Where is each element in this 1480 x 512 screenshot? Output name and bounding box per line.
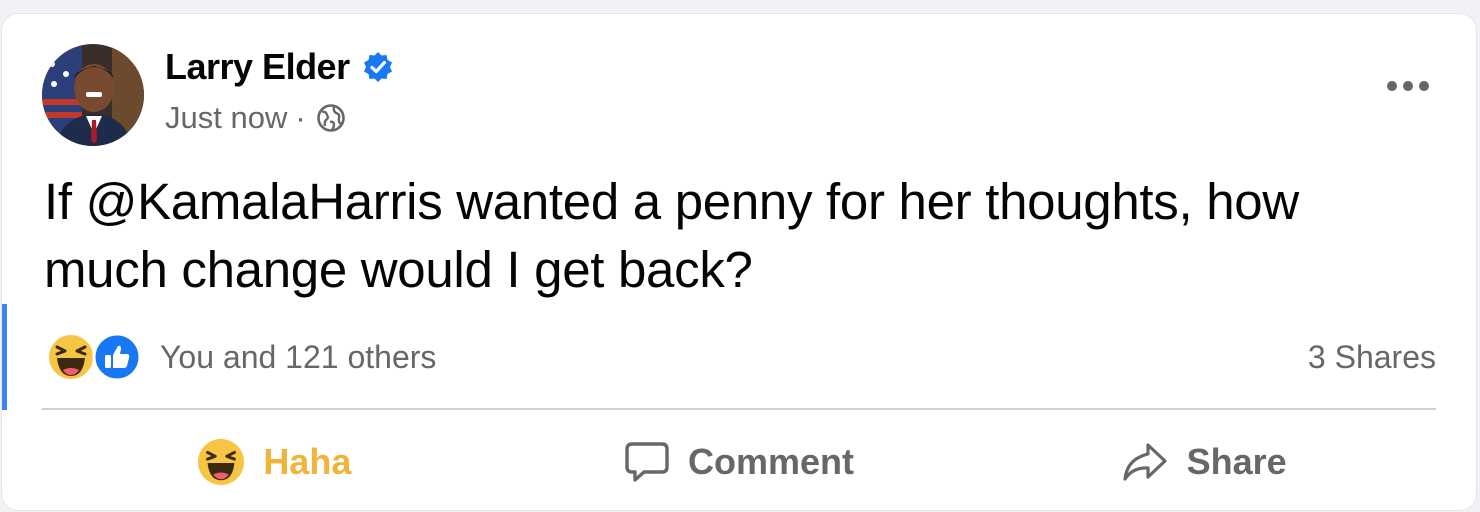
comment-label: Comment <box>688 441 855 482</box>
comment-button[interactable]: Comment <box>507 424 972 500</box>
post-meta: Just now · <box>165 100 346 136</box>
like-reaction-icon <box>92 332 142 382</box>
haha-reaction-icon <box>47 333 95 381</box>
share-button[interactable]: Share <box>971 424 1436 500</box>
reaction-count-text[interactable]: You and 121 others <box>160 339 436 376</box>
share-label: Share <box>1186 441 1287 482</box>
meta-separator: · <box>295 100 306 135</box>
haha-label: Haha <box>263 441 352 482</box>
author-name[interactable]: Larry Elder <box>165 46 350 88</box>
verified-badge-icon <box>362 51 394 83</box>
haha-button[interactable]: Haha <box>42 424 507 500</box>
action-bar: Haha Comment Share <box>42 424 1436 500</box>
reaction-icons <box>46 332 142 382</box>
post-text: If @KamalaHarris wanted a penny for her … <box>44 173 1299 298</box>
shares-count[interactable]: 3 Shares <box>1308 339 1436 376</box>
post-time[interactable]: Just now <box>165 100 287 136</box>
focus-indicator <box>2 304 7 410</box>
more-options-icon <box>1387 81 1429 91</box>
globe-icon[interactable] <box>316 103 346 133</box>
haha-reaction-icon <box>198 438 245 486</box>
reactions-summary[interactable]: You and 121 others <box>46 332 436 382</box>
divider <box>42 408 1436 410</box>
post-card: Larry Elder Just now · If @KamalaHarris <box>2 14 1476 510</box>
avatar[interactable] <box>42 44 144 146</box>
more-options-button[interactable] <box>1384 72 1432 100</box>
author-row: Larry Elder <box>165 46 394 88</box>
comment-icon <box>625 442 669 482</box>
share-arrow-icon <box>1123 443 1167 481</box>
